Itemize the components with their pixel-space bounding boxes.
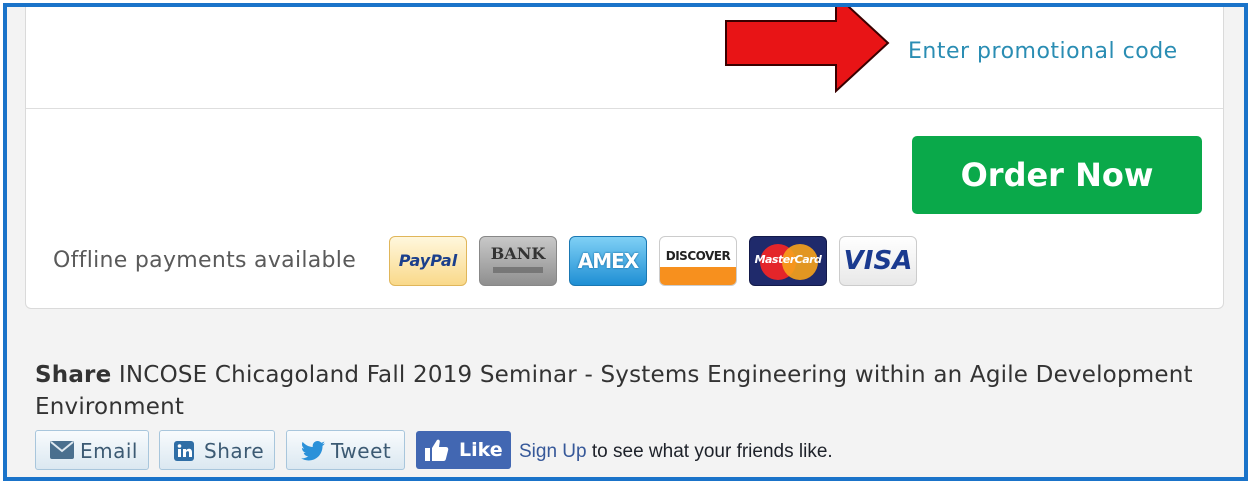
promo-code-link[interactable]: Enter promotional code — [908, 39, 1178, 64]
arrow-right-icon — [725, 7, 890, 93]
mastercard-logo: MasterCard — [749, 236, 827, 286]
screenshot-frame: Enter promotional code Order Now Offline… — [3, 3, 1248, 481]
facebook-like-button[interactable]: Like — [416, 431, 511, 469]
thumbs-up-icon — [425, 439, 449, 461]
envelope-icon — [50, 441, 74, 459]
section-divider — [26, 108, 1223, 109]
order-now-button[interactable]: Order Now — [912, 136, 1202, 214]
paypal-label: PayPal — [398, 251, 458, 270]
twitter-label: Tweet — [331, 439, 392, 463]
amex-label: AMEX — [577, 249, 639, 273]
facebook-signup-text: Sign Up to see what your friends like. — [519, 441, 833, 463]
visa-label: VISA — [843, 246, 913, 276]
linkedin-label: Share — [204, 439, 265, 463]
offline-payments-label: Offline payments available — [53, 248, 357, 273]
discover-label: DISCOVER — [665, 249, 731, 263]
bank-stripe — [493, 267, 543, 273]
bank-label: BANK — [490, 244, 546, 263]
event-title: INCOSE Chicagoland Fall 2019 Seminar - S… — [35, 362, 1193, 420]
discover-logo: DISCOVER — [659, 236, 737, 286]
twitter-share-button[interactable]: Tweet — [286, 430, 405, 470]
facebook-signup-suffix: to see what your friends like. — [586, 441, 833, 462]
email-share-button[interactable]: Email — [35, 430, 149, 470]
twitter-bird-icon — [301, 441, 325, 461]
bank-logo: BANK — [479, 236, 557, 286]
order-card: Enter promotional code Order Now Offline… — [25, 7, 1224, 309]
facebook-like-label: Like — [459, 439, 503, 461]
share-lead: Share — [35, 362, 112, 388]
facebook-signup-link[interactable]: Sign Up — [519, 441, 587, 462]
linkedin-icon — [174, 441, 194, 461]
visa-logo: VISA — [839, 236, 917, 286]
amex-logo: AMEX — [569, 236, 647, 286]
share-heading: Share INCOSE Chicagoland Fall 2019 Semin… — [35, 359, 1225, 423]
linkedin-share-button[interactable]: Share — [159, 430, 275, 470]
email-label: Email — [80, 439, 138, 463]
paypal-logo: PayPal — [389, 236, 467, 286]
mastercard-label: MasterCard — [754, 253, 822, 266]
